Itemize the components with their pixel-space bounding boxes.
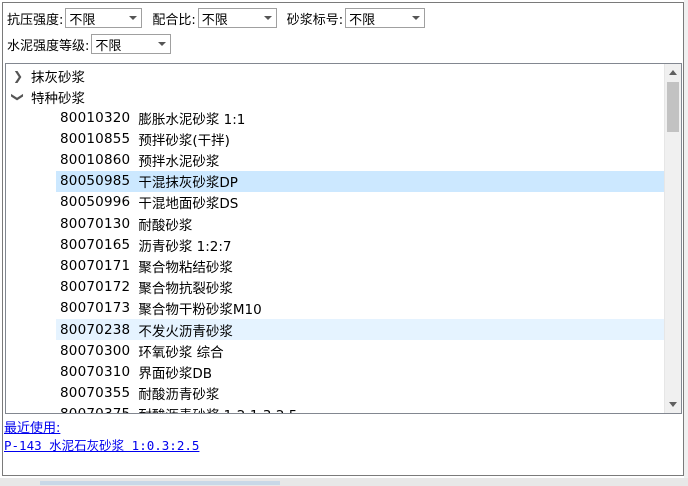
chevron-down-icon [412, 16, 421, 20]
recent-section: 最近使用: P-143 水泥石灰砂浆 1:0.3:2.5 [3, 416, 683, 476]
tree-item-name: 聚合物粘结砂浆 [138, 259, 233, 276]
chevron-down-icon [158, 42, 167, 46]
tree-item-name: 耐酸沥青砂浆 [138, 387, 220, 404]
tree-item-code: 80070165 [60, 236, 131, 253]
tree-item[interactable]: 80050985 干混抹灰砂浆DP [56, 170, 666, 192]
tree-item[interactable]: 80070171 聚合物粘结砂浆 [56, 255, 666, 276]
tree-item-code: 80010320 [60, 109, 131, 126]
mortar-grade-value: 不限 [349, 12, 376, 28]
mortar-picker-popup: 抗压强度: 不限 配合比: 不限 砂浆标号: 不限 水泥强度等级: 不限 ❯ 抹… [2, 2, 684, 476]
mix-ratio-value: 不限 [201, 12, 228, 28]
tree-item-code: 80070130 [60, 215, 131, 232]
tree-item-code: 80070375 [60, 406, 130, 413]
filter-row-2: 水泥强度等级: 不限 [7, 33, 181, 55]
tree-item-name: 沥青砂浆 1:2:7 [138, 238, 232, 255]
background-scrollbar [40, 481, 280, 485]
tree-item-name: 耐酸砂浆 [138, 217, 193, 234]
scroll-down-button[interactable] [665, 396, 681, 413]
tree-item-code: 80070238 [60, 321, 131, 338]
tree-item[interactable]: 80050996 干混地面砂浆DS [56, 192, 666, 213]
recent-item-link[interactable]: P-143 水泥石灰砂浆 1:0.3:2.5 [4, 435, 199, 454]
tree-item-code: 80070300 [60, 342, 131, 359]
tree-item[interactable]: 80010320 膨胀水泥砂浆 1:1 [56, 107, 666, 128]
tree-item[interactable]: 80070375 耐酸沥青砂浆 1:2:1.3:2.5 [56, 404, 666, 413]
tree-item-name: 聚合物抗裂砂浆 [138, 281, 233, 298]
background-window-edge [684, 0, 688, 486]
mix-ratio-label: 配合比: [152, 12, 196, 28]
scrollbar-thumb[interactable] [667, 82, 679, 132]
tree-item-name: 环氧砂浆 综合 [138, 344, 224, 361]
tree-item-name: 耐酸沥青砂浆 1:2:1.3:2.5 [138, 404, 297, 413]
mortar-tree[interactable]: ❯ 抹灰砂浆 ❯ 特种砂浆 80010320 膨胀水泥砂浆 1:1 80010855… [5, 63, 682, 414]
compressive-strength-label: 抗压强度: [7, 12, 64, 28]
scroll-up-button[interactable] [665, 64, 681, 81]
tree-item-code: 80070172 [60, 279, 131, 296]
recent-title-link[interactable]: 最近使用: [4, 417, 60, 436]
tree-item[interactable]: 80010855 预拌砂浆(干拌) [56, 128, 666, 149]
filter-row-1: 抗压强度: 不限 配合比: 不限 砂浆标号: 不限 [7, 7, 435, 29]
tree-item-code: 80050985 [60, 173, 131, 190]
tree-category-label: 抹灰砂浆 [31, 69, 85, 86]
tree-item-name: 干混地面砂浆DS [138, 196, 239, 213]
tree-vertical-scrollbar[interactable] [664, 64, 681, 413]
cement-grade-label: 水泥强度等级: [7, 38, 90, 54]
tree-item-code: 80010855 [60, 130, 131, 147]
tree-item-code: 80070310 [60, 363, 131, 380]
tree-category-label: 特种砂浆 [31, 90, 85, 107]
tree-item-code: 80070355 [60, 385, 131, 402]
arrow-up-icon [669, 70, 677, 75]
mortar-grade-select[interactable]: 不限 [345, 8, 426, 28]
arrow-down-icon [669, 402, 677, 407]
tree-item[interactable]: 80070165 沥青砂浆 1:2:7 [56, 234, 666, 255]
tree-item[interactable]: 80070238 不发火沥青砂浆 [56, 319, 666, 340]
cement-grade-value: 不限 [95, 38, 122, 54]
cement-grade-select[interactable]: 不限 [91, 34, 172, 54]
tree-category-special-mortar[interactable]: ❯ 特种砂浆 [6, 86, 85, 107]
tree-item-name: 干混抹灰砂浆DP [138, 175, 238, 192]
filter-bar: 抗压强度: 不限 配合比: 不限 砂浆标号: 不限 水泥强度等级: 不限 [3, 3, 683, 61]
tree-category-plastering-mortar[interactable]: ❯ 抹灰砂浆 [6, 65, 85, 86]
tree-content: ❯ 抹灰砂浆 ❯ 特种砂浆 80010320 膨胀水泥砂浆 1:1 80010855… [6, 64, 666, 413]
tree-item[interactable]: 80070172 聚合物抗裂砂浆 [56, 277, 666, 298]
compressive-strength-value: 不限 [69, 12, 96, 28]
tree-item-name: 界面砂浆DB [138, 365, 212, 382]
tree-item[interactable]: 80070173 聚合物干粉砂浆M10 [56, 298, 666, 319]
tree-item-name: 不发火沥青砂浆 [138, 323, 233, 340]
tree-item[interactable]: 80070310 界面砂浆DB [56, 361, 666, 382]
mortar-grade-label: 砂浆标号: [286, 12, 344, 28]
tree-item-name: 聚合物干粉砂浆M10 [138, 302, 262, 319]
tree-item[interactable]: 80070130 耐酸砂浆 [56, 213, 666, 234]
tree-item-code: 80050996 [60, 194, 131, 211]
tree-item[interactable]: 80070300 环氧砂浆 综合 [56, 340, 666, 361]
tree-item[interactable]: 80010860 预拌水泥砂浆 [56, 149, 666, 170]
chevron-down-icon[interactable]: ❯ [11, 88, 25, 106]
mix-ratio-select[interactable]: 不限 [197, 8, 277, 28]
tree-item-code: 80070173 [60, 300, 131, 317]
chevron-down-icon [263, 16, 272, 20]
chevron-right-icon[interactable]: ❯ [9, 69, 27, 83]
tree-item-name: 膨胀水泥砂浆 1:1 [138, 111, 246, 128]
compressive-strength-select[interactable]: 不限 [65, 8, 143, 28]
chevron-down-icon [129, 16, 138, 20]
tree-item-name: 预拌水泥砂浆 [138, 153, 220, 170]
tree-item[interactable]: 80070355 耐酸沥青砂浆 [56, 383, 666, 404]
tree-item-code: 80070171 [60, 257, 131, 274]
tree-item-name: 预拌砂浆(干拌) [138, 132, 230, 149]
tree-item-code: 80010860 [60, 151, 131, 168]
